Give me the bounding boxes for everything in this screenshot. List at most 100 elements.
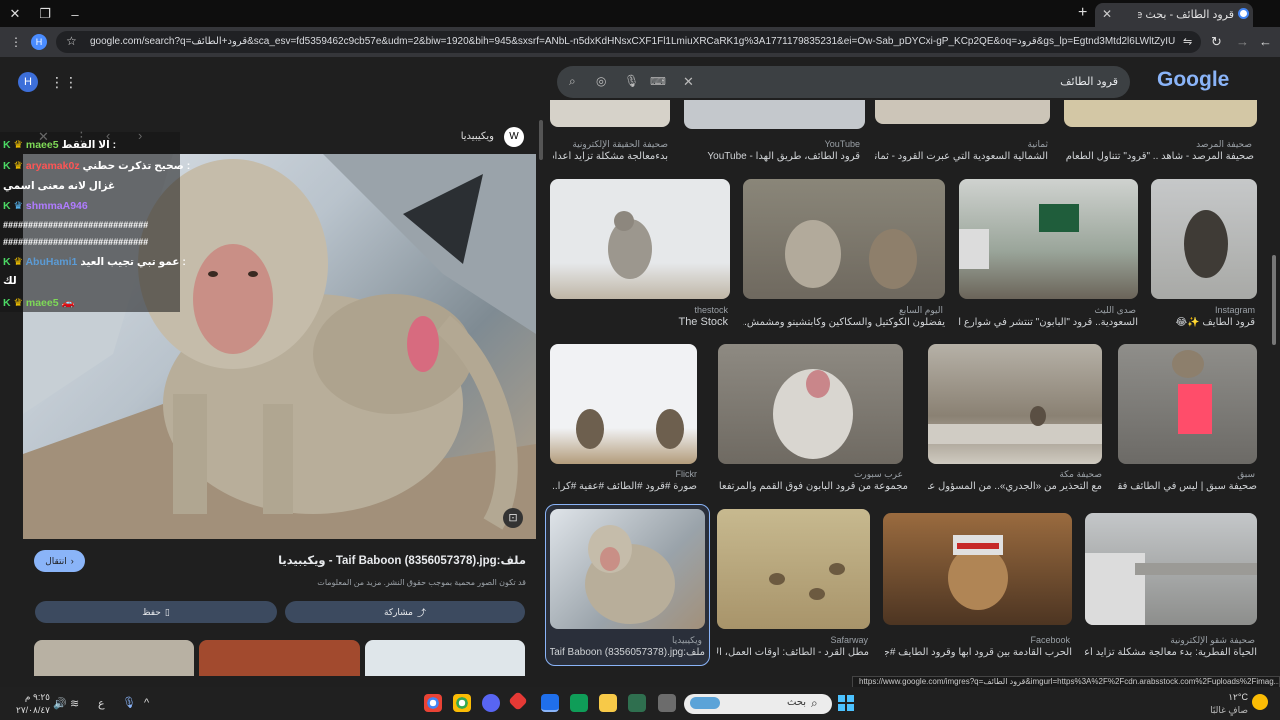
app-gray-icon[interactable] — [658, 694, 676, 712]
result-thumb[interactable] — [928, 344, 1102, 464]
result-thumb[interactable] — [550, 100, 670, 127]
chat-line: غزال لانه معنى اسمي — [3, 180, 116, 192]
result-caption[interactable]: The Stock — [560, 316, 728, 328]
result-caption[interactable]: يفضلون الكوكتيل والسكاكين وكابتشينو ومشم… — [743, 317, 945, 328]
result-caption[interactable]: صحيفة سبق | ليس في الطائف فقط... — [1118, 481, 1257, 492]
result-source: صحيفة الحقيقة الإلكترونية — [572, 139, 668, 149]
image-title[interactable]: ملف:Taif Baboon (8356057378).jpg - ويكيب… — [200, 553, 526, 567]
result-thumb[interactable] — [875, 100, 1050, 124]
browser-app-icon[interactable] — [541, 694, 559, 712]
site-settings-icon[interactable]: ⇋ — [1183, 35, 1192, 48]
chrome-icon[interactable] — [424, 694, 442, 712]
forward-icon[interactable]: → — [1236, 34, 1249, 49]
wifi-icon[interactable]: ≋ — [70, 697, 79, 710]
result-caption[interactable]: صحيفة المرصد - شاهد .. "قرود" تتناول الط… — [1064, 151, 1254, 162]
file-explorer-icon[interactable] — [599, 694, 617, 712]
weather-icon[interactable] — [1252, 694, 1268, 710]
chat-line: ############################# — [3, 237, 149, 247]
account-avatar[interactable]: H — [18, 72, 38, 92]
result-source: Flickr — [675, 469, 698, 479]
minimize-icon[interactable]: – — [64, 3, 86, 25]
bookmark-icon: ▯ — [164, 606, 170, 617]
share-button[interactable]: مشاركة ⤴ — [285, 601, 525, 623]
app-green-icon[interactable] — [570, 694, 588, 712]
result-source: سبق — [1237, 469, 1255, 479]
result-thumb[interactable] — [1151, 179, 1257, 299]
result-thumb[interactable] — [1064, 100, 1257, 127]
new-tab-button[interactable]: + — [1078, 4, 1087, 22]
result-caption[interactable]: صورة #قرود #الطائف #عفية #كرا... — [552, 481, 697, 492]
google-logo[interactable]: Google — [1157, 68, 1229, 92]
tab-close-icon[interactable]: ✕ — [1102, 7, 1112, 21]
source-name[interactable]: ويكيبيديا — [430, 131, 494, 142]
license-note[interactable]: قد تكون الصور محمية بموجب حقوق النشر. مز… — [250, 578, 526, 587]
close-window-icon[interactable]: ✕ — [4, 3, 26, 25]
maximize-icon[interactable]: ❐ — [34, 3, 56, 25]
taskbar-search-placeholder: بحث — [786, 697, 806, 708]
weather-temp: ١٢°C — [1228, 692, 1248, 702]
clock-date[interactable]: ٢٧/٠٨/٤٧ — [6, 705, 50, 716]
chrome-profile-icon[interactable] — [453, 694, 471, 712]
result-caption[interactable]: الحياة الفطرية: بدء معالجة مشكلة تزايد أ… — [1085, 647, 1257, 658]
back-icon[interactable]: ← — [1259, 34, 1272, 49]
result-thumb[interactable] — [718, 344, 903, 464]
keyboard-icon[interactable]: ⌨ — [650, 75, 666, 88]
chat-line: لك — [3, 275, 17, 287]
search-icon: ⌕ — [811, 696, 818, 710]
volume-icon[interactable]: 🔊 — [53, 697, 67, 710]
result-thumb[interactable] — [717, 509, 870, 629]
panel-scrollbar[interactable] — [539, 120, 543, 160]
input-language[interactable]: ع — [98, 697, 105, 710]
search-icon[interactable]: ⌕ — [569, 74, 576, 89]
search-input[interactable]: قرود الطائف — [1000, 75, 1118, 88]
result-thumb[interactable] — [550, 179, 730, 299]
bookmark-star-icon[interactable]: ☆ — [66, 34, 77, 48]
result-thumb[interactable] — [550, 344, 697, 464]
related-thumb[interactable] — [34, 640, 194, 676]
result-caption[interactable]: قرود الطايف ✨😂 — [1150, 317, 1255, 328]
result-caption[interactable]: مطل القرد - الطائف: أوقات العمل، الأد... — [717, 647, 869, 658]
result-caption[interactable]: مع التحذير من «الجدري».. من المسؤول عن م… — [928, 481, 1102, 492]
visit-label: انتقال — [45, 555, 67, 566]
result-thumb[interactable] — [883, 513, 1072, 625]
result-thumb[interactable] — [1085, 513, 1257, 625]
chevron-icon: › — [70, 556, 74, 566]
clear-search-icon[interactable]: ✕ — [683, 74, 694, 90]
dolphin-icon — [690, 697, 720, 709]
lens-search-icon[interactable]: ⊡ — [503, 508, 523, 528]
result-thumb[interactable] — [684, 100, 865, 129]
result-thumb[interactable] — [550, 509, 705, 629]
save-button[interactable]: حفظ ▯ — [35, 601, 277, 623]
result-caption[interactable]: مجموعة من قرود البابون فوق القمم والمرتف… — [718, 481, 908, 492]
discord-icon[interactable] — [482, 694, 500, 712]
url-text[interactable]: google.com/search?q=قرود+الطائف&sca_esv=… — [90, 36, 1175, 47]
result-caption[interactable]: الشمالية السعودية التي عبرت القرود - ثما… — [875, 151, 1048, 162]
clock-time[interactable]: ٩:٢٥ م — [10, 692, 50, 703]
result-caption[interactable]: الحرب القادمة بين قرود ابها وقرود الطايف… — [885, 647, 1072, 658]
page-scrollbar[interactable] — [1272, 255, 1276, 345]
related-thumb[interactable] — [199, 640, 360, 676]
result-thumb[interactable] — [959, 179, 1138, 299]
windows-start-icon[interactable] — [838, 695, 854, 711]
related-thumb[interactable] — [365, 640, 525, 676]
store-icon[interactable] — [628, 694, 646, 712]
lens-icon[interactable]: ◎ — [596, 74, 606, 88]
result-thumb[interactable] — [743, 179, 945, 299]
menu-dots-icon[interactable]: ⋮ — [10, 35, 22, 49]
apps-grid-icon[interactable]: ⋮⋮ — [50, 74, 78, 91]
tray-chevron-icon[interactable]: ^ — [144, 697, 149, 709]
mic-icon[interactable]: 🎙 — [624, 74, 639, 88]
result-thumb[interactable] — [1118, 344, 1257, 464]
reload-icon[interactable]: ↻ — [1211, 34, 1222, 50]
mic-tray-icon[interactable]: 🎙 — [122, 696, 136, 709]
share-icon: ⤴ — [417, 607, 427, 618]
result-source: Safarway — [830, 635, 868, 645]
result-caption[interactable]: السعودية.. قرود "البابون" تنتشر في شوارع… — [958, 317, 1138, 328]
result-caption[interactable]: قرود الطائف، طريق الهدا - YouTube — [690, 151, 860, 162]
visit-button[interactable]: انتقال › — [34, 550, 85, 572]
result-source: صدى الليث — [1094, 305, 1136, 315]
result-caption[interactable]: بدءمعالجة مشكلة تزايد أعداد ق... — [553, 151, 668, 162]
profile-avatar[interactable]: H — [31, 34, 47, 50]
result-source: Facebook — [1030, 635, 1070, 645]
result-caption[interactable]: ملف:Taif Baboon (8356057378).jpg... — [550, 647, 705, 658]
